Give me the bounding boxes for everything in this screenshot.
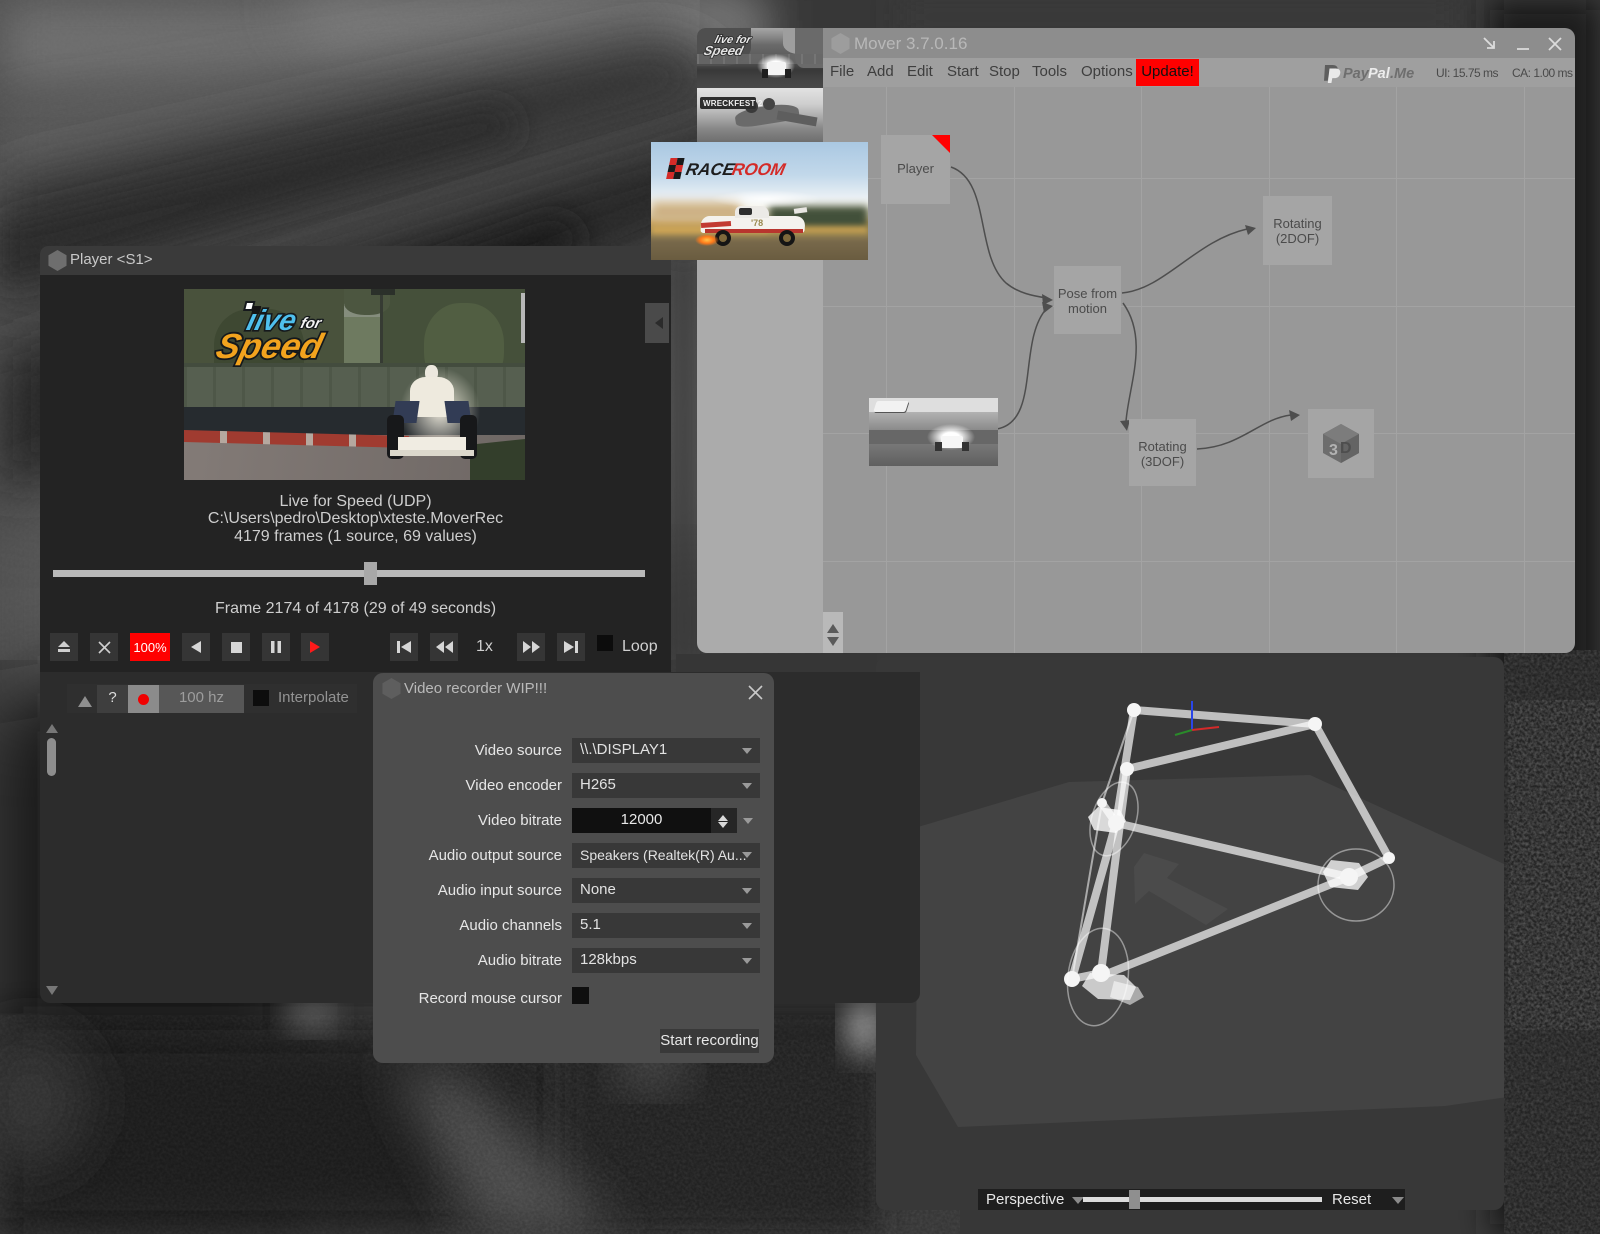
svg-text:3: 3 (1329, 442, 1338, 459)
svg-text:Speed: Speed (212, 326, 328, 365)
svg-text:RACE: RACE (684, 159, 737, 179)
svg-text:D: D (1340, 440, 1352, 457)
svg-text:.Me: .Me (1390, 66, 1414, 82)
svg-text:Pal: Pal (1368, 66, 1391, 82)
svg-text:Speed: Speed (702, 43, 746, 58)
svg-text:ROOM: ROOM (730, 159, 788, 179)
svg-text:Pay: Pay (1343, 66, 1370, 82)
